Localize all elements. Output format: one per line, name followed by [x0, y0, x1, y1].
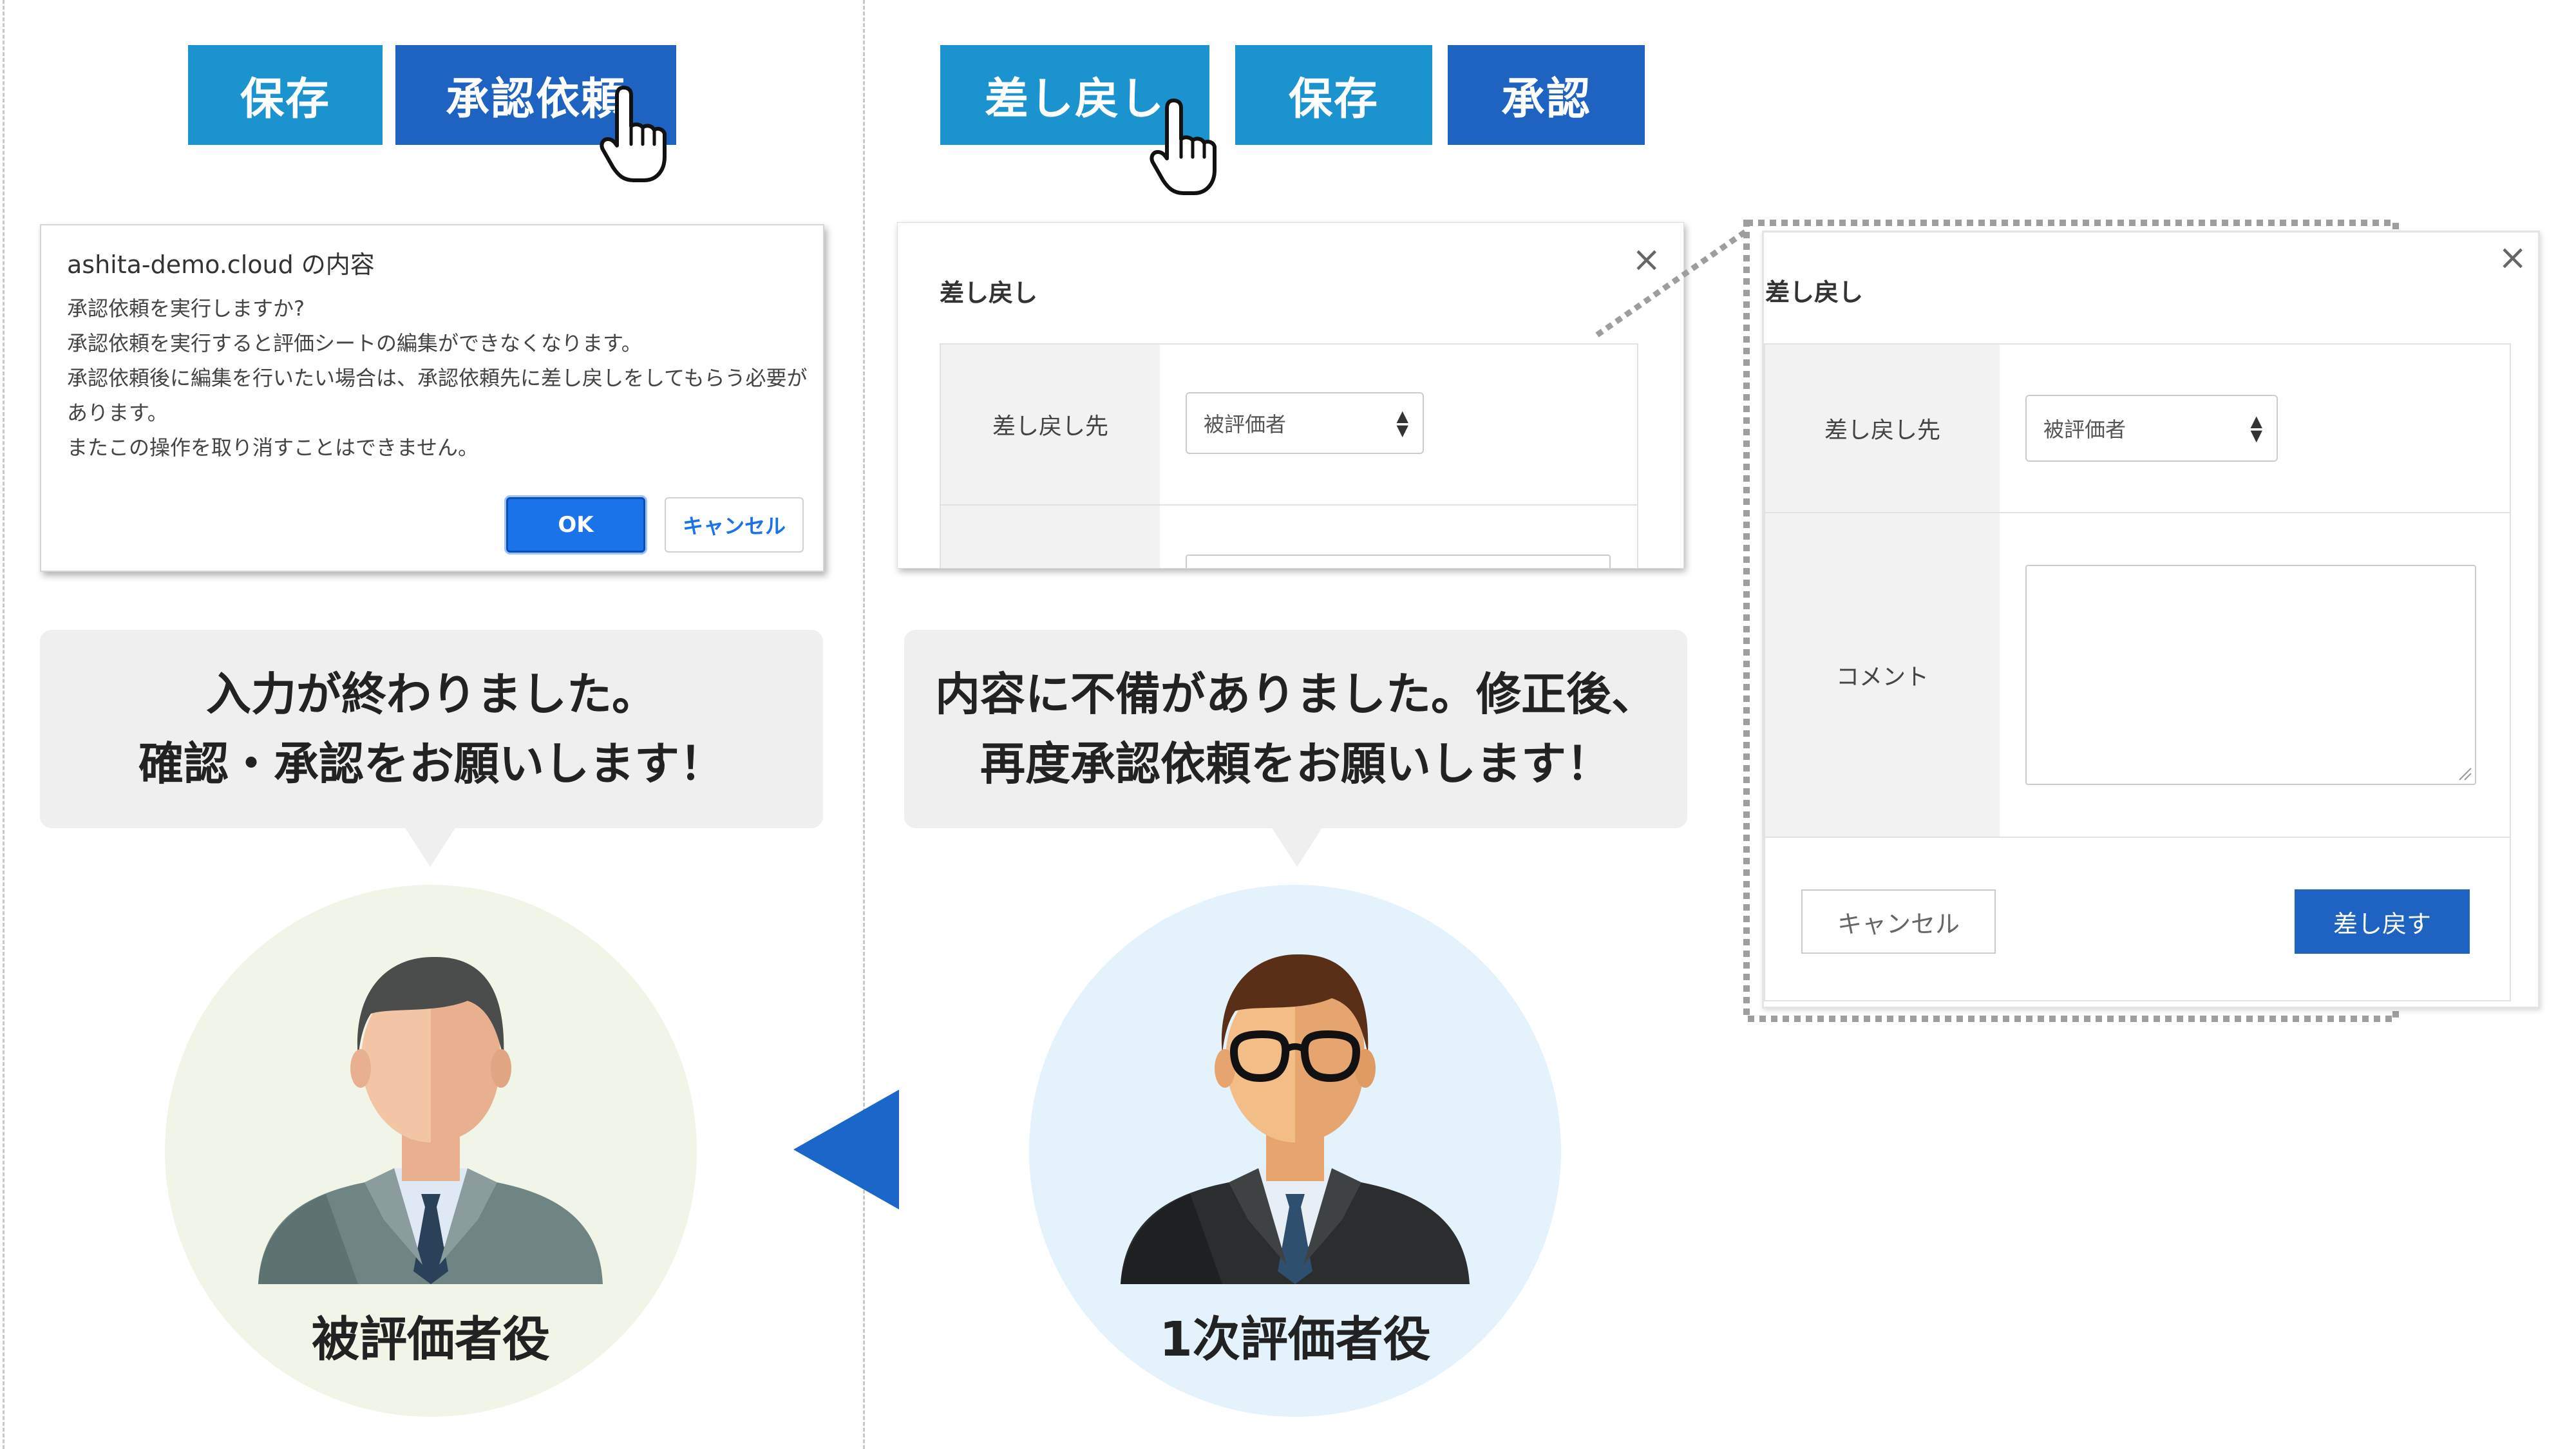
speech-bubble-left: 入力が終わりました。 確認・承認をお願いします！	[40, 630, 823, 828]
speech-bubble-tail-left	[404, 827, 456, 867]
bubble-line: 再度承認依頼をお願いします！	[980, 737, 1611, 790]
panel-divider-center	[863, 0, 865, 1449]
cancel-button[interactable]: キャンセル	[1801, 889, 1996, 954]
send-back-modal: 差し戻し × 差し戻し先 被評価者 ▲ ▼ コメント キャンセル 差し戻す	[1762, 231, 2540, 1009]
send-back-form: 差し戻し先 被評価者 ▲ ▼	[940, 343, 1638, 568]
panel-divider-left	[3, 0, 5, 1449]
confirm-dialog-message: 承認依頼を実行しますか? 承認依頼を実行すると評価シートの編集ができなくなります…	[67, 291, 808, 465]
close-icon[interactable]: ×	[2498, 240, 2527, 275]
send-back-target-label: 差し戻し先	[941, 345, 1160, 504]
send-back-form: 差し戻し先 被評価者 ▲ ▼ コメント キャンセル 差し戻す	[1764, 343, 2511, 1001]
comment-cell	[1160, 504, 1637, 568]
modal-title: 差し戻し	[1765, 278, 1864, 307]
select-value: 被評価者	[1204, 412, 1287, 437]
bubble-line: 入力が終わりました。	[206, 668, 657, 721]
comment-label: コメント	[1765, 513, 2000, 838]
hand-pointer-icon	[600, 86, 667, 182]
role-label-evaluatee: 被評価者役	[312, 1312, 550, 1367]
left-triangle-arrow-icon	[793, 1090, 899, 1209]
comment-textarea[interactable]	[2025, 565, 2476, 785]
hand-pointer-icon	[1150, 99, 1217, 195]
comment-textarea[interactable]	[1186, 554, 1611, 568]
role-label-first-evaluator: 1次評価者役	[1159, 1312, 1431, 1367]
confirm-ok-button[interactable]: OK	[506, 497, 645, 553]
modal-title: 差し戻し	[940, 279, 1038, 307]
confirm-line: またこの操作を取り消すことはできません。	[67, 435, 479, 460]
confirm-dialog: ashita-demo.cloud の内容 承認依頼を実行しますか? 承認依頼を…	[40, 224, 824, 572]
confirm-line: 承認依頼後に編集を行いたい場合は、承認依頼先に差し戻しをしてもらう必要が	[67, 366, 808, 390]
bubble-line: 内容に不備がありました。修正後、	[935, 668, 1656, 721]
confirm-line: 承認依頼を実行しますか?	[67, 296, 305, 321]
speech-bubble-tail-right	[1271, 827, 1323, 867]
send-back-target-cell: 被評価者 ▲ ▼	[2000, 345, 2510, 513]
send-back-target-label: 差し戻し先	[1765, 345, 2000, 513]
send-back-modal-preview: 差し戻し × 差し戻し先 被評価者 ▲ ▼	[897, 222, 1684, 569]
approve-button[interactable]: 承認	[1448, 45, 1645, 145]
save-button-left[interactable]: 保存	[188, 45, 383, 145]
bubble-line: 確認・承認をお願いします！	[138, 737, 724, 790]
select-arrows-icon: ▲ ▼	[1396, 407, 1408, 439]
confirm-line: あります。	[67, 401, 168, 425]
select-value: 被評価者	[2043, 417, 2126, 442]
save-button-right[interactable]: 保存	[1235, 45, 1432, 145]
send-back-submit-button[interactable]: 差し戻す	[2295, 889, 2470, 954]
speech-bubble-right: 内容に不備がありました。修正後、 再度承認依頼をお願いします！	[904, 630, 1687, 828]
resize-handle-icon[interactable]	[2456, 764, 2472, 781]
comment-cell	[2000, 513, 2510, 838]
comment-label-cell	[941, 504, 1160, 568]
confirm-cancel-button[interactable]: キャンセル	[665, 497, 804, 553]
send-back-target-select[interactable]: 被評価者 ▲ ▼	[1186, 392, 1424, 454]
confirm-line: 承認依頼を実行すると評価シートの編集ができなくなります。	[67, 331, 642, 355]
select-arrows-icon: ▲ ▼	[2250, 412, 2262, 444]
send-back-target-select[interactable]: 被評価者 ▲ ▼	[2025, 395, 2278, 462]
send-back-target-cell: 被評価者 ▲ ▼	[1160, 345, 1637, 504]
confirm-dialog-title: ashita-demo.cloud の内容	[67, 251, 375, 279]
